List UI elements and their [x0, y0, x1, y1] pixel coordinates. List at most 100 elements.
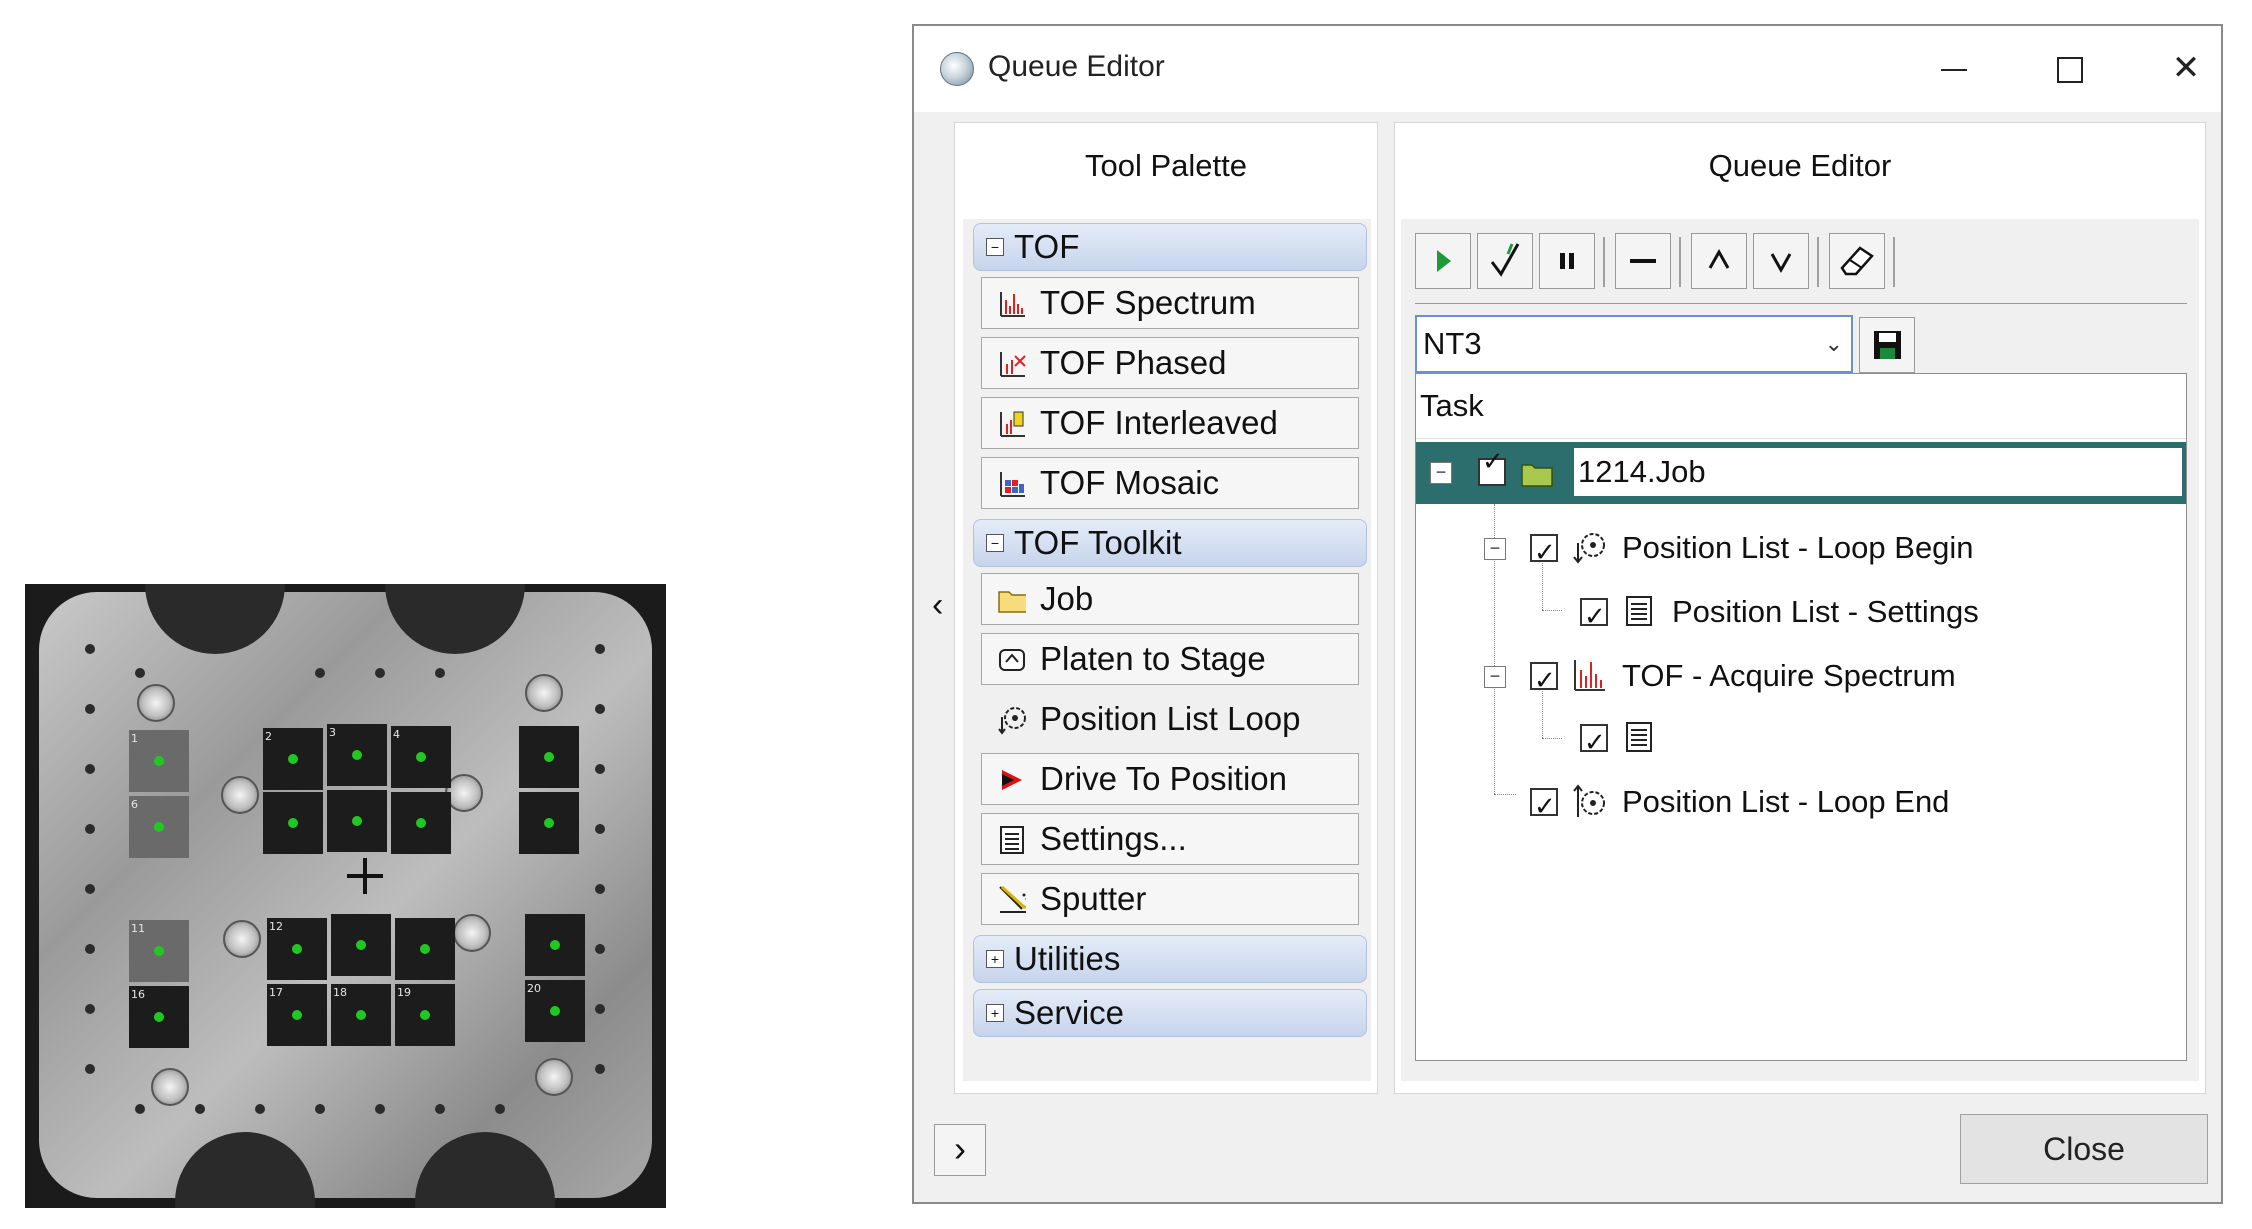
tool-tof-spectrum[interactable]: TOF Spectrum — [981, 277, 1359, 329]
task-column-header: Task — [1416, 374, 2186, 439]
platen-hole — [495, 1104, 505, 1114]
chevron-down-icon: ⌄ — [1824, 331, 1843, 356]
spectrum-icon — [998, 290, 1026, 318]
tree-row[interactable]: − TOF - Acquire Spectrum — [1416, 646, 2196, 710]
queue-editor-body: NT3 ⌄ Task − 1214.Job — [1401, 219, 2199, 1081]
interleaved-icon — [998, 410, 1026, 438]
platen-hole — [315, 1104, 325, 1114]
remove-icon — [1630, 259, 1656, 263]
tool-label: Job — [1040, 580, 1094, 617]
check-icon — [1490, 243, 1520, 277]
tool-tof-phased[interactable]: TOF Phased — [981, 337, 1359, 389]
remove-button[interactable] — [1615, 233, 1671, 289]
position-marker — [550, 940, 560, 950]
task-tree[interactable]: Task − 1214.Job − Posit — [1415, 373, 2187, 1061]
close-window-button[interactable]: ✕ — [2151, 40, 2221, 96]
collapse-palette-button[interactable]: ‹ — [932, 586, 943, 625]
validate-button[interactable] — [1477, 233, 1533, 289]
tool-drive-to-position[interactable]: Drive To Position — [981, 753, 1359, 805]
tool-job[interactable]: Job — [981, 573, 1359, 625]
sample-number: 1 — [131, 732, 138, 745]
group-tof-toolkit[interactable]: − TOF Toolkit — [973, 519, 1367, 567]
position-marker — [356, 940, 366, 950]
sample-slot: 4 — [391, 726, 451, 788]
group-label: TOF — [1014, 228, 1080, 265]
task-checkbox[interactable] — [1530, 522, 1558, 582]
tool-tof-interleaved[interactable]: TOF Interleaved — [981, 397, 1359, 449]
move-down-button[interactable] — [1753, 233, 1809, 289]
maximize-button[interactable] — [2035, 40, 2105, 96]
tool-label: TOF Phased — [1040, 344, 1227, 381]
collapse-icon[interactable]: − — [1484, 666, 1506, 688]
clear-button[interactable] — [1829, 233, 1885, 289]
platen-hole — [85, 764, 95, 774]
group-service[interactable]: + Service — [973, 989, 1367, 1037]
toolbar-divider — [1415, 303, 2187, 304]
collapse-icon[interactable]: − — [1430, 462, 1452, 484]
position-marker — [292, 944, 302, 954]
task-checkbox[interactable] — [1530, 776, 1558, 836]
group-label: Service — [1014, 994, 1125, 1031]
close-button[interactable]: Close — [1960, 1114, 2208, 1184]
sample-slot — [525, 914, 585, 976]
tool-platen-to-stage[interactable]: Platen to Stage — [981, 633, 1359, 685]
sample-number: 12 — [269, 920, 283, 933]
task-checkbox[interactable] — [1478, 446, 1506, 486]
tree-row[interactable] — [1416, 708, 2196, 772]
tree-row[interactable]: − Position List - Loop Begin — [1416, 518, 2196, 582]
task-checkbox[interactable] — [1530, 650, 1558, 710]
platen-hole — [595, 884, 605, 894]
save-queue-button[interactable] — [1859, 317, 1915, 373]
tool-settings[interactable]: Settings... — [981, 813, 1359, 865]
sample-slot — [391, 792, 451, 854]
platen-hole — [85, 944, 95, 954]
tool-position-list-loop[interactable]: Position List Loop — [981, 693, 1359, 745]
group-tof[interactable]: − TOF — [973, 223, 1367, 271]
tool-label: TOF Mosaic — [1040, 464, 1220, 501]
pause-button[interactable] — [1539, 233, 1595, 289]
tool-tof-mosaic[interactable]: TOF Mosaic — [981, 457, 1359, 509]
task-name-editor[interactable]: 1214.Job — [1572, 446, 2184, 498]
group-utilities[interactable]: + Utilities — [973, 935, 1367, 983]
platen-screw — [535, 1058, 573, 1096]
collapse-icon: − — [986, 534, 1004, 552]
platen-hole — [315, 668, 325, 678]
chevron-right-icon: › — [954, 1128, 966, 1169]
sample-slot: 17 — [267, 984, 327, 1046]
platen-hole — [595, 1064, 605, 1074]
run-button[interactable] — [1415, 233, 1471, 289]
tool-label: Platen to Stage — [1040, 640, 1266, 677]
sample-number: 20 — [527, 982, 541, 995]
tool-label: Settings... — [1040, 820, 1187, 857]
task-checkbox[interactable] — [1580, 712, 1608, 772]
group-label: Utilities — [1014, 940, 1121, 977]
platen-hole — [255, 1104, 265, 1114]
minimize-button[interactable] — [1919, 40, 1989, 96]
expand-panel-button[interactable]: › — [934, 1124, 986, 1176]
tool-sputter[interactable]: Sputter — [981, 873, 1359, 925]
position-marker — [288, 754, 298, 764]
move-up-button[interactable] — [1691, 233, 1747, 289]
position-marker — [352, 750, 362, 760]
sample-number: 4 — [393, 728, 400, 741]
sample-slot: 1 — [129, 730, 189, 792]
window-title: Queue Editor — [988, 50, 1165, 83]
task-label: Position List - Loop End — [1622, 784, 1950, 819]
position-marker — [292, 1010, 302, 1020]
minimize-icon — [1941, 69, 1967, 72]
sample-number: 16 — [131, 988, 145, 1001]
platen-hole — [135, 1104, 145, 1114]
platen-hole — [375, 1104, 385, 1114]
sample-slot: 2 — [263, 728, 323, 790]
tree-row-selected[interactable]: − 1214.Job — [1416, 442, 2186, 504]
collapse-icon[interactable]: − — [1484, 538, 1506, 560]
task-checkbox[interactable] — [1580, 586, 1608, 646]
position-marker — [154, 756, 164, 766]
sample-slot: 19 — [395, 984, 455, 1046]
sample-slot: 20 — [525, 980, 585, 1042]
queue-name-combobox[interactable]: NT3 ⌄ — [1415, 315, 1853, 373]
task-label: TOF - Acquire Spectrum — [1622, 658, 1956, 693]
tree-row[interactable]: Position List - Loop End — [1416, 772, 2196, 836]
tree-row[interactable]: Position List - Settings — [1416, 582, 2196, 646]
sample-slot — [519, 792, 579, 854]
